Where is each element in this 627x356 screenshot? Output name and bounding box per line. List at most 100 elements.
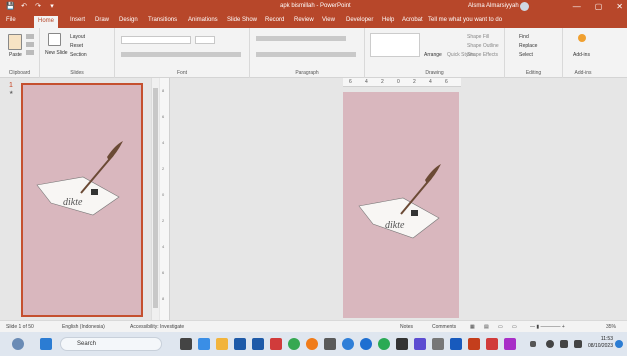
notes-button[interactable]: Notes	[400, 324, 413, 330]
clock-date: 08/10/2023	[587, 343, 613, 349]
undo-icon[interactable]: ↶	[20, 2, 28, 11]
minimize-button[interactable]: —	[573, 1, 581, 12]
save-icon[interactable]: 💾	[6, 2, 15, 11]
cut-icon[interactable]	[26, 34, 34, 39]
widgets-icon[interactable]	[12, 338, 24, 350]
font-name-dropdown[interactable]	[121, 36, 191, 44]
tab-home[interactable]: Home	[34, 16, 59, 28]
onedrive-icon[interactable]	[546, 340, 554, 348]
addins-button[interactable]: Add-ins	[573, 52, 590, 58]
font-size-dropdown[interactable]	[195, 36, 215, 44]
comments-button[interactable]: Comments	[432, 324, 456, 330]
firefox-icon[interactable]	[306, 338, 318, 350]
shape-fill-button[interactable]: Shape Fill	[467, 34, 489, 40]
reading-view-icon[interactable]: ▭	[498, 324, 503, 330]
slides-label: Slides	[70, 70, 84, 76]
user-name[interactable]: Alsma Almarsiyyah	[468, 3, 519, 9]
zoom-level[interactable]: 35%	[606, 324, 616, 330]
editing-group: Find Replace Select Editing	[505, 28, 563, 78]
redo-icon[interactable]: ↷	[34, 2, 42, 11]
layout-button[interactable]: Layout	[70, 34, 85, 40]
tab-view[interactable]: View	[322, 17, 335, 23]
tab-transitions[interactable]: Transitions	[148, 17, 177, 23]
ribbon-tabs: File Home Insert Draw Design Transitions…	[0, 14, 627, 28]
select-button[interactable]: Select	[519, 52, 533, 58]
app-icon[interactable]	[324, 338, 336, 350]
slide-canvas[interactable]: dikte	[343, 92, 459, 318]
replace-button[interactable]: Replace	[519, 43, 537, 49]
shape-effects-button[interactable]: Shape Effects	[467, 52, 498, 58]
slide-sorter-icon[interactable]: ▤	[484, 324, 489, 330]
calculator-icon[interactable]	[432, 338, 444, 350]
paste-icon[interactable]	[8, 34, 22, 50]
tab-draw[interactable]: Draw	[95, 17, 109, 23]
format-painter-icon[interactable]	[26, 50, 34, 55]
scrollbar-thumb[interactable]	[153, 88, 158, 308]
new-slide-button[interactable]: New Slide	[45, 50, 68, 56]
new-slide-icon[interactable]	[48, 33, 61, 46]
system-clock[interactable]: 11:53 08/10/2023	[588, 336, 613, 350]
slideshow-icon[interactable]: ▭	[512, 324, 517, 330]
accessibility-status[interactable]: Accessibility: Investigate	[130, 324, 184, 330]
tab-record[interactable]: Record	[265, 17, 284, 23]
chrome-icon[interactable]	[288, 338, 300, 350]
slide-thumbnail[interactable]: dikte	[21, 83, 143, 317]
tab-slide-show[interactable]: Slide Show	[227, 17, 257, 23]
maximize-button[interactable]: ▢	[595, 1, 603, 12]
window-controls: — ▢ ✕	[573, 1, 623, 12]
store-icon[interactable]	[234, 338, 246, 350]
tab-animations[interactable]: Animations	[188, 17, 218, 23]
close-button[interactable]: ✕	[616, 1, 623, 12]
alignment-buttons[interactable]	[256, 52, 356, 57]
find-button[interactable]: Find	[519, 34, 529, 40]
chat-icon[interactable]	[198, 338, 210, 350]
notification-icon[interactable]	[615, 340, 623, 348]
volume-icon[interactable]	[574, 340, 582, 348]
shape-outline-button[interactable]: Shape Outline	[467, 43, 499, 49]
whatsapp-icon[interactable]	[378, 338, 390, 350]
tab-help[interactable]: Help	[382, 17, 394, 23]
zoom-slider[interactable]: — ▮ ———— +	[530, 324, 565, 330]
tab-design[interactable]: Design	[119, 17, 138, 23]
search-label: Search	[77, 341, 97, 347]
tab-insert[interactable]: Insert	[70, 17, 85, 23]
edge-icon[interactable]	[342, 338, 354, 350]
acrobat-icon[interactable]	[486, 338, 498, 350]
customize-qa-icon[interactable]: ▾	[48, 2, 56, 11]
word-icon[interactable]	[450, 338, 462, 350]
file-explorer-icon[interactable]	[216, 338, 228, 350]
tab-review[interactable]: Review	[294, 17, 314, 23]
copy-icon[interactable]	[26, 42, 34, 47]
arrange-button[interactable]: Arrange	[424, 52, 442, 58]
office-icon[interactable]	[270, 338, 282, 350]
shapes-gallery[interactable]	[370, 33, 420, 57]
normal-view-icon[interactable]: ▦	[470, 324, 475, 330]
telegram-icon[interactable]	[360, 338, 372, 350]
reset-button[interactable]: Reset	[70, 43, 83, 49]
tab-acrobat[interactable]: Acrobat	[402, 17, 423, 23]
recorder-icon[interactable]	[396, 338, 408, 350]
tell-me-search[interactable]: Tell me what you want to do	[428, 17, 502, 23]
taskbar-search[interactable]: Search	[60, 337, 162, 351]
tray-chevron-icon[interactable]	[530, 341, 536, 347]
task-view-icon[interactable]	[180, 338, 192, 350]
list-buttons[interactable]	[256, 36, 346, 41]
section-button[interactable]: Section	[70, 52, 87, 58]
teams-icon[interactable]	[414, 338, 426, 350]
slide-text[interactable]: dikte	[385, 220, 405, 231]
paste-button[interactable]: Paste	[9, 52, 22, 58]
wifi-icon[interactable]	[560, 340, 568, 348]
tab-developer[interactable]: Developer	[346, 17, 373, 23]
app-icon-2[interactable]	[504, 338, 516, 350]
mail-icon[interactable]	[252, 338, 264, 350]
thumbnail-scrollbar[interactable]	[151, 78, 159, 320]
language-indicator[interactable]: English (Indonesia)	[62, 324, 105, 330]
clock-time: 11:53	[600, 336, 613, 342]
powerpoint-icon[interactable]	[468, 338, 480, 350]
font-format-buttons[interactable]	[121, 52, 241, 57]
start-icon[interactable]	[40, 338, 52, 350]
addins-icon[interactable]	[578, 34, 586, 42]
slide-count: Slide 1 of 50	[6, 324, 34, 330]
tab-file[interactable]: File	[6, 17, 16, 23]
avatar[interactable]	[520, 2, 529, 11]
